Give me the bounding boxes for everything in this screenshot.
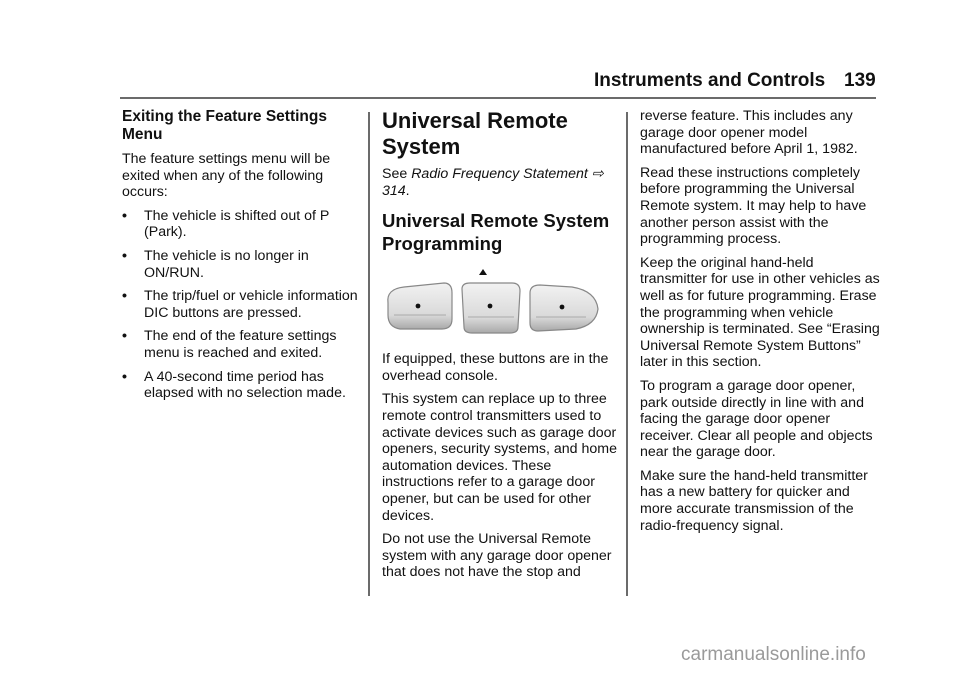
column-2: Universal Remote System See Radio Freque… [382, 108, 622, 588]
bullet-text: The vehicle is no longer in ON/RUN. [144, 247, 309, 281]
exiting-menu-heading: Exiting the Feature Settings Menu [122, 108, 327, 143]
column-3: reverse feature. This includes any garag… [640, 108, 880, 541]
bullet-text: The vehicle is shifted out of P (Park). [144, 207, 330, 241]
bullet-text: A 40-second time period has elapsed with… [144, 368, 346, 402]
section-title: Instruments and Controls [594, 70, 826, 91]
remote-button-1 [387, 282, 453, 330]
paragraph: To program a garage door opener, park ou… [640, 377, 873, 461]
page-ref-arrow-icon: ⇨ [587, 166, 604, 182]
bullet-icon: • [122, 328, 127, 345]
paragraph: Make sure the hand-held transmitter has … [640, 467, 868, 534]
paragraph: reverse feature. This includes any garag… [640, 108, 858, 158]
paragraph: This system can replace up to three remo… [382, 391, 617, 524]
page-number: 139 [844, 70, 876, 91]
bullet-item: • The vehicle is shifted out of P (Park)… [122, 208, 362, 241]
watermark: carmanualsonline.info [681, 644, 866, 665]
paragraph: Do not use the Universal Remote system w… [382, 531, 612, 581]
bullet-item: • The trip/fuel or vehicle information D… [122, 288, 362, 321]
bullet-icon: • [122, 207, 127, 224]
see-prefix: See [382, 166, 412, 182]
see-page[interactable]: 314 [382, 183, 406, 199]
bullet-text: The end of the feature settings menu is … [144, 328, 337, 361]
remote-buttons-figure [387, 269, 599, 334]
bullet-icon: • [122, 288, 127, 305]
see-reference: See Radio Frequency Statement ⇨ 314. [382, 166, 622, 199]
paragraph: Keep the original hand-held transmitter … [640, 254, 880, 371]
see-link[interactable]: Radio Frequency Statement [411, 166, 588, 182]
paragraph: If equipped, these buttons are in the ov… [382, 351, 609, 384]
exiting-menu-intro: The feature settings menu will be exited… [122, 151, 331, 201]
programming-heading: Universal Remote System Programming [382, 210, 610, 255]
header-divider [120, 97, 876, 99]
remote-button-2 [461, 282, 521, 334]
bullet-item: • A 40-second time period has elapsed wi… [122, 369, 362, 402]
universal-remote-title: Universal Remote System [382, 108, 568, 159]
bullet-icon: • [122, 368, 127, 385]
paragraph: Read these instructions completely befor… [640, 164, 867, 248]
bullet-item: • The end of the feature settings menu i… [122, 328, 362, 361]
bullet-text: The trip/fuel or vehicle information DIC… [144, 288, 358, 321]
column-1: Exiting the Feature Settings Menu The fe… [122, 108, 362, 409]
bullet-icon: • [122, 247, 127, 264]
remote-button-3 [529, 284, 599, 332]
column-divider-2 [626, 112, 628, 596]
indicator-light-icon [479, 269, 487, 276]
bullet-item: • The vehicle is no longer in ON/RUN. [122, 248, 362, 281]
column-divider-1 [368, 112, 370, 596]
see-suffix: . [405, 182, 410, 199]
